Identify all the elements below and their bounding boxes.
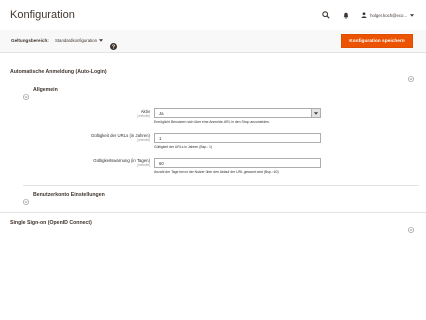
field-url-validity-note: Gültigkeit der URLs in Jahren (Bsp.: 1) [154,145,213,149]
svg-text:?: ? [112,44,115,50]
save-config-button[interactable]: Konfiguration speichern [341,34,413,48]
section-general-title[interactable]: Allgemein [33,87,58,93]
chevron-down-icon [99,38,104,43]
divider [0,212,426,213]
field-active-note: Ermöglicht Benutzern sich über eine Anme… [154,120,270,124]
field-validity-warning-scope: [website] [137,163,150,167]
scope-value: Standardkonfiguration [55,38,98,43]
active-select[interactable]: Ja [154,108,321,118]
collapse-icon[interactable] [408,69,414,82]
chevron-down-icon [410,13,414,18]
field-validity-warning-note: Anzahl der Tage bevor der Nutzer über de… [154,170,279,174]
expand-icon[interactable] [408,220,414,233]
field-active-scope: [website] [137,114,150,118]
section-account-settings-title[interactable]: Benutzerkonto Einstellungen [33,192,105,198]
scope-label: Geltungsbereich: [11,38,49,43]
validity-warning-input[interactable] [154,158,321,168]
page-title: Konfiguration [10,9,75,21]
search-icon[interactable] [321,10,331,20]
section-sso-title[interactable]: Single Sign-on (OpenID Connect) [10,220,92,226]
help-icon[interactable]: ? [110,37,117,50]
expand-icon[interactable] [23,192,29,205]
user-menu[interactable]: holger.koch@eco... [361,11,414,19]
user-icon [361,11,367,19]
field-url-validity-scope: [website] [137,138,150,142]
divider [23,185,419,186]
scope-switcher[interactable]: Standardkonfiguration [55,38,104,43]
collapse-icon[interactable] [23,87,29,100]
user-name: holger.koch@eco... [370,12,407,18]
url-validity-input[interactable] [154,133,321,143]
bell-icon[interactable] [341,10,351,20]
active-select-value: Ja [159,111,164,116]
chevron-down-icon [311,109,320,117]
section-auto-login-title[interactable]: Automatische Anmeldung (Auto-Login) [10,69,107,75]
header-actions: holger.koch@eco... [321,10,414,20]
